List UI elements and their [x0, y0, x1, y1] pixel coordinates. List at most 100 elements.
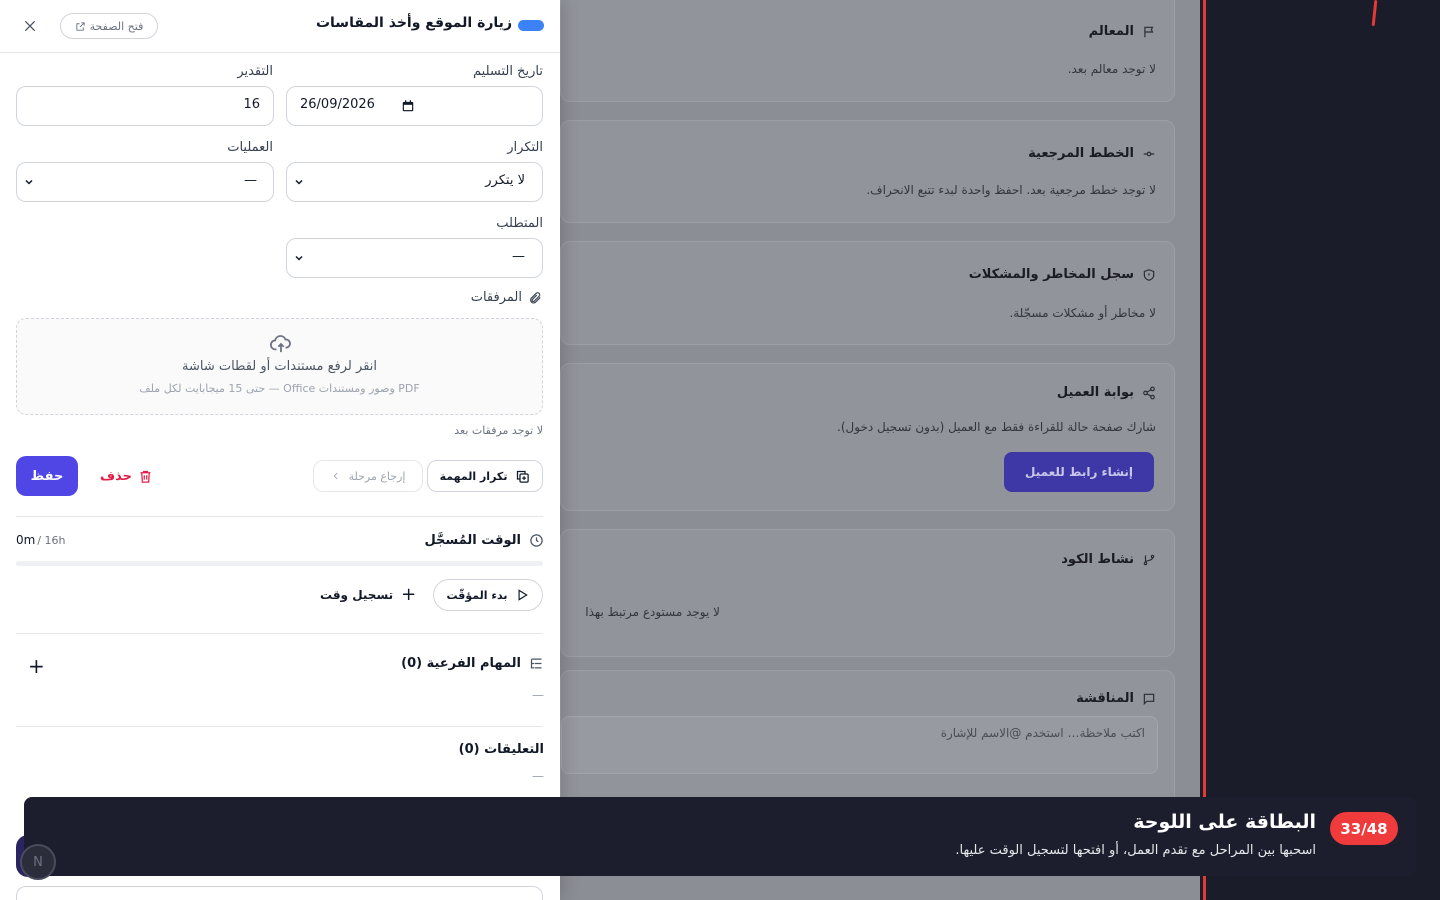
subtasks-icon — [530, 658, 542, 669]
requirement-value: — — [512, 249, 525, 264]
divider — [16, 633, 543, 634]
baselines-title: الخطط المرجعية — [1028, 146, 1156, 161]
comments-label: التعليقات (0) — [458, 742, 544, 757]
comment-icon — [1143, 693, 1155, 705]
open-page-button[interactable]: فتح الصفحة — [60, 13, 158, 39]
delete-label: حذف — [100, 468, 132, 484]
estimate-label: التقدير — [237, 64, 273, 79]
start-timer-label: بدء المؤقّت — [446, 588, 508, 602]
flag-icon — [1144, 26, 1154, 37]
subtasks-empty: — — [532, 688, 544, 702]
time-logged-heading: الوقت المُسجَّل — [424, 533, 544, 548]
dropzone-instruction: انقر لرفع مستندات أو لقطات شاشة — [182, 359, 377, 374]
close-button[interactable] — [18, 14, 42, 38]
time-logged-value: 0m — [16, 533, 36, 547]
attachments-label: المرفقات — [470, 290, 522, 305]
discussion-title: المناقشة — [1076, 691, 1156, 706]
time-logged-label: الوقت المُسجَّل — [424, 533, 521, 548]
comments-heading: التعليقات (0) — [459, 742, 544, 757]
drawer-header: فتح الصفحة زيارة الموقع وأخذ المقاسات — [0, 0, 560, 53]
milestones-title: المعالم — [1089, 24, 1156, 39]
subtasks-heading: المهام الفرعية (0) — [401, 656, 544, 671]
recurrence-label: التكرار — [507, 140, 543, 155]
subtasks-label: المهام الفرعية (0) — [401, 656, 521, 671]
delete-button[interactable]: حذف — [100, 462, 153, 490]
baselines-card: الخطط المرجعية لا توجد خطط مرجعية بعد. ا… — [560, 120, 1175, 223]
cloud-upload-icon — [270, 335, 292, 353]
divider — [16, 726, 543, 727]
discussion-note-input[interactable]: اكتب ملاحظة… استخدم @الاسم للإشارة — [561, 716, 1158, 774]
client-portal-description: شارك صفحة حالة للقراءة فقط مع العميل (بد… — [837, 420, 1156, 434]
add-subtask-button[interactable]: + — [28, 654, 45, 678]
project-details-background: المعالم لا توجد معالم بعد. الخطط المرجعي… — [560, 0, 1200, 900]
plus-icon: + — [401, 584, 417, 605]
board-accent-line — [1203, 0, 1206, 900]
divider — [16, 516, 543, 517]
duplicate-task-label: تكرار المهمة — [439, 469, 508, 483]
recurrence-select[interactable]: لا يتكرر — [286, 162, 543, 202]
copy-icon — [517, 470, 530, 483]
due-date-field[interactable]: 26/09/2026 — [286, 86, 543, 126]
avatar[interactable]: N — [20, 844, 56, 880]
code-activity-empty: لا يوجد مستودع مرتبط بهذا — [585, 605, 720, 619]
requirement-select[interactable]: — — [286, 238, 543, 278]
tour-step-badge: 33/48 — [1330, 812, 1398, 845]
operations-select[interactable]: — — [16, 162, 274, 202]
paperclip-icon — [530, 291, 541, 303]
risk-register-title: سجل المخاطر والمشكلات — [969, 267, 1156, 282]
calendar-icon[interactable] — [401, 99, 415, 113]
task-title: زيارة الموقع وأخذ المقاسات — [315, 15, 512, 31]
tour-body: اسحبها بين المراحل مع تقدم العمل، أو افت… — [955, 843, 1316, 858]
revert-stage-button[interactable]: إرجاع مرحلة — [313, 460, 423, 492]
attachment-dropzone[interactable]: انقر لرفع مستندات أو لقطات شاشة PDF وصور… — [16, 318, 543, 415]
task-drawer: فتح الصفحة زيارة الموقع وأخذ المقاسات تا… — [0, 0, 560, 900]
dropzone-hint: PDF وصور ومستندات Office — حتى 15 ميجابا… — [139, 382, 420, 395]
tour-title: البطاقة على اللوحة — [1133, 811, 1316, 833]
recurrence-value: لا يتكرر — [485, 173, 525, 188]
baseline-icon — [1143, 151, 1155, 156]
due-date-label: تاريخ التسليم — [473, 64, 543, 79]
clock-icon — [530, 534, 543, 547]
log-time-label: تسجيل وقت — [320, 588, 394, 602]
trash-icon — [140, 470, 151, 483]
code-activity-title: نشاط الكود — [1061, 552, 1156, 567]
shield-icon — [1143, 268, 1155, 281]
milestones-empty: لا توجد معالم بعد. — [1067, 62, 1156, 76]
chevron-down-icon — [23, 176, 35, 188]
share-icon — [1143, 386, 1155, 399]
duplicate-task-button[interactable]: تكرار المهمة — [427, 460, 543, 492]
client-portal-card: بوابة العميل شارك صفحة حالة للقراءة فقط … — [560, 363, 1175, 511]
comment-input[interactable] — [16, 886, 543, 900]
play-icon — [518, 589, 529, 601]
no-attachments-text: لا توجد مرفقات بعد — [454, 424, 543, 437]
save-button[interactable]: حفظ — [16, 456, 78, 496]
close-icon — [24, 20, 36, 32]
external-link-icon — [76, 21, 85, 31]
baselines-empty: لا توجد خطط مرجعية بعد. احفظ واحدة لبدء … — [866, 183, 1156, 197]
board-edge-panel — [1200, 0, 1440, 900]
create-client-link-button[interactable]: إنشاء رابط للعميل — [1004, 452, 1154, 492]
milestones-card: المعالم لا توجد معالم بعد. — [560, 0, 1175, 102]
time-total: 0m / 16h — [16, 533, 66, 547]
time-progress-bar — [16, 561, 543, 566]
risk-register-empty: لا مخاطر أو مشكلات مسجّلة. — [1009, 306, 1156, 320]
chevron-down-icon — [293, 252, 305, 264]
client-portal-title: بوابة العميل — [1057, 385, 1156, 400]
operations-label: العمليات — [227, 140, 273, 155]
revert-stage-label: إرجاع مرحلة — [348, 469, 406, 483]
estimate-field[interactable]: 16 — [16, 86, 274, 126]
start-timer-button[interactable]: بدء المؤقّت — [433, 579, 543, 611]
requirement-label: المتطلب — [496, 216, 543, 231]
comments-empty: — — [532, 769, 544, 783]
git-branch-icon — [1143, 554, 1155, 565]
time-estimate-value: / 16h — [37, 534, 66, 547]
attachments-heading: المرفقات — [471, 290, 542, 305]
chevron-left-icon — [333, 472, 338, 480]
operations-value: — — [244, 173, 257, 188]
tour-tooltip: 33/48 البطاقة على اللوحة اسحبها بين المر… — [24, 797, 1416, 876]
log-time-button[interactable]: + تسجيل وقت — [320, 584, 416, 606]
estimate-value: 16 — [243, 97, 260, 112]
status-indicator — [518, 20, 544, 31]
discussion-card: المناقشة اكتب ملاحظة… استخدم @الاسم للإش… — [560, 670, 1175, 810]
due-date-value: 26/09/2026 — [300, 97, 375, 112]
